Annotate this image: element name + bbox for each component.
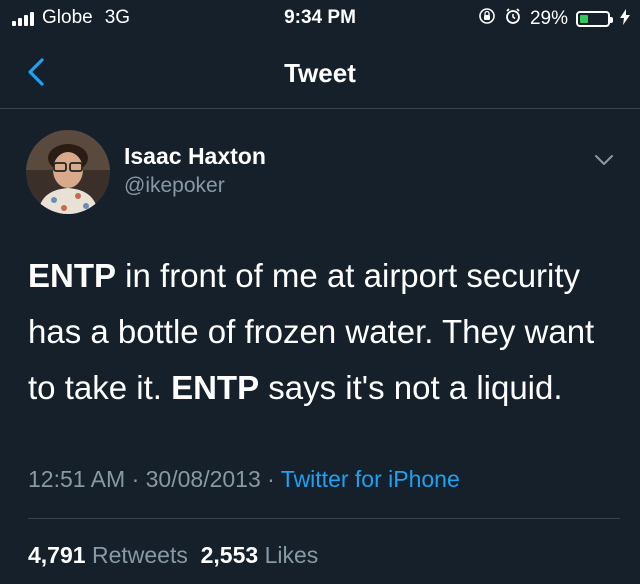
author-handle[interactable]: @ikepoker — [124, 174, 225, 198]
likes-count: 2,553 — [200, 542, 259, 568]
status-bar: Globe 3G 9:34 PM 29% — [0, 0, 640, 38]
rotation-lock-icon — [478, 7, 496, 30]
charging-bolt-icon — [620, 8, 630, 29]
retweets-count: 4,791 — [28, 542, 86, 568]
status-bar-right: 29% — [478, 7, 630, 30]
tweet-text-line2: has a bottle of frozen water. They want — [28, 313, 595, 350]
avatar[interactable] — [26, 130, 110, 214]
alarm-icon — [504, 7, 522, 30]
author-name[interactable]: Isaac Haxton — [124, 143, 266, 170]
battery-fill — [580, 14, 588, 23]
tweet-stats: 4,791 Retweets 2,553 Likes — [28, 542, 318, 569]
likes-label: Likes — [264, 542, 319, 568]
retweets-label: Retweets — [91, 542, 188, 568]
meta-separator: · — [260, 466, 281, 492]
tweet-text: ENTP in front of me at airport security h… — [28, 248, 618, 416]
tweet-text-line1: in front of me at airport security — [116, 257, 581, 294]
battery-icon — [576, 10, 613, 27]
avatar-image — [26, 130, 110, 214]
likes-stat[interactable]: 2,553 Likes — [201, 542, 319, 568]
battery-cap — [610, 16, 613, 23]
tweet-text-bold-1: ENTP — [28, 257, 117, 294]
tweet-meta: 12:51 AM · 30/08/2013 · Twitter for iPho… — [28, 466, 460, 493]
divider — [28, 518, 620, 519]
battery-percent: 29% — [529, 7, 568, 29]
tweet-text-bold-2: ENTP — [171, 369, 260, 406]
chevron-down-icon[interactable] — [592, 148, 616, 172]
tweet-date: 30/08/2013 — [145, 466, 261, 492]
tweet-source-link[interactable]: Twitter for iPhone — [281, 466, 460, 492]
nav-bar: Tweet — [0, 38, 640, 109]
page-title: Tweet — [284, 58, 356, 88]
tweet-text-line3-rest: says it's not a liquid. — [259, 369, 563, 406]
tweet-time: 12:51 AM — [28, 466, 126, 492]
retweets-stat[interactable]: 4,791 Retweets — [28, 542, 188, 568]
meta-separator: · — [125, 466, 146, 492]
tweet-text-line3-start: to take it. — [28, 369, 172, 406]
